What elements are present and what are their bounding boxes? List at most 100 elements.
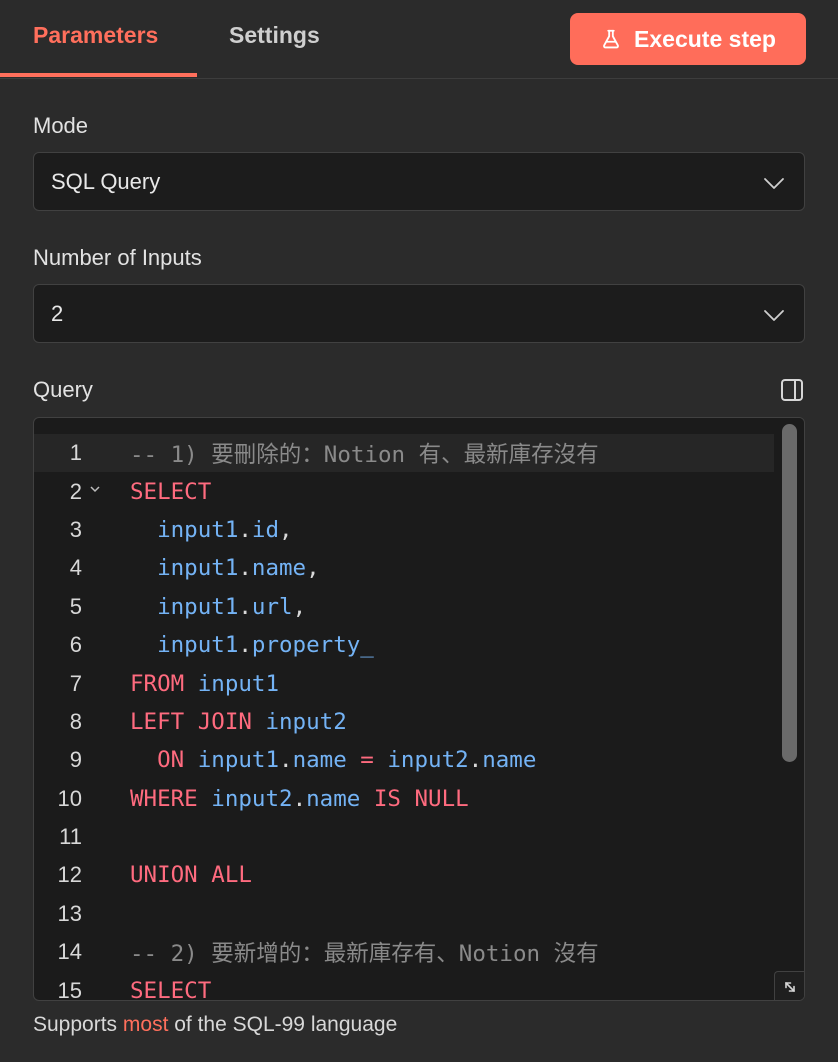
code-text: input1.id, [130,516,293,543]
sql-support-hint: Supports most of the SQL-99 language [33,1013,397,1037]
code-line[interactable]: 1 -- 1) 要刪除的：Notion 有、最新庫存沒有 [34,434,774,473]
code-token: id [251,516,280,543]
tab-bar: Parameters Settings Execute step [0,0,838,79]
code-token: LEFT JOIN [130,708,252,735]
code-token: FROM [130,670,185,697]
code-line[interactable]: 7 FROM input1 [34,664,774,702]
code-line[interactable]: 13 [34,895,774,933]
code-text: SELECT [130,479,211,505]
hint-prefix: Supports [33,1013,123,1036]
code-token: -- 2) 要新增的：最新庫存有、Notion 沒有 [130,941,599,968]
code-line[interactable]: 3 input1.id, [34,511,774,549]
line-number: 2 [69,478,82,504]
code-token: name [251,555,307,582]
line-number: 6 [69,632,82,658]
line-number: 1 [69,440,82,466]
code-token: , [306,555,320,582]
code-token: . [238,593,252,620]
code-line[interactable]: 14 -- 2) 要新增的：最新庫存有、Notion 沒有 [34,933,774,971]
execute-step-label: Execute step [634,25,776,52]
line-number: 9 [69,747,82,773]
line-number: 3 [69,516,82,542]
code-line[interactable]: 15 SELECT [34,971,774,1001]
mode-select[interactable]: SQL Query [33,152,805,211]
code-token: input2 [265,708,347,735]
line-number: 14 [57,939,82,965]
code-text: SELECT [130,978,211,1000]
code-token: . [468,747,483,774]
code-token: UNION ALL [130,862,252,889]
mode-label: Mode [33,113,89,138]
code-text: ON input1.name = input2.name [130,747,536,773]
code-line[interactable]: 11 [34,818,774,856]
code-token: . [238,555,252,582]
node-parameters-panel: Parameters Settings Execute step Mode SQ… [0,0,838,1062]
sql-code-editor[interactable]: 1 -- 1) 要刪除的：Notion 有、最新庫存沒有 2 SELECT 3 inpu… [33,417,805,1001]
code-token: , [279,516,293,543]
tab-parameters[interactable]: Parameters [33,22,158,49]
tab-settings[interactable]: Settings [229,22,320,49]
code-line[interactable]: 5 input1.url, [34,588,774,626]
code-token: , [292,593,307,620]
line-number: 12 [57,862,82,888]
hint-suffix: of the SQL-99 language [168,1013,398,1036]
code-token: = [360,747,374,774]
code-token: name [292,747,347,774]
code-token: WHERE [130,785,198,812]
code-line[interactable]: 4 input1.name, [34,549,774,587]
code-line[interactable]: 8 LEFT JOIN input2 [34,703,774,741]
code-lines: 1 -- 1) 要刪除的：Notion 有、最新庫存沒有 2 SELECT 3 inpu… [34,434,774,1001]
code-text: -- 1) 要刪除的：Notion 有、最新庫存沒有 [130,437,599,469]
code-token: IS NULL [373,785,469,812]
code-token: input1 [157,516,239,543]
code-line[interactable]: 9 ON input1.name = input2.name [34,741,774,779]
code-token: name [482,747,537,774]
line-number: 15 [57,977,82,1001]
line-number: 8 [69,708,82,734]
query-label: Query [33,377,93,402]
line-number: 10 [57,785,82,811]
code-token: ON [157,747,185,774]
code-token: input2 [387,747,469,774]
expand-icon [785,981,795,992]
chevron-down-icon [764,310,784,321]
code-line[interactable]: 2 SELECT [34,472,774,510]
code-token: input1 [197,670,280,697]
hint-link-most[interactable]: most [123,1013,169,1036]
code-token: input1 [157,632,239,659]
fold-chevron-icon[interactable] [88,482,102,496]
mode-value: SQL Query [51,168,161,194]
code-line[interactable]: 12 UNION ALL [34,856,774,894]
execute-step-button[interactable]: Execute step [570,13,806,65]
scrollbar-thumb[interactable] [782,424,797,762]
code-token: property_ [251,632,374,659]
code-line[interactable]: 6 input1.property_ [34,626,774,664]
number-of-inputs-value: 2 [51,300,64,326]
line-number: 11 [59,824,82,850]
code-text: input1.property_ [130,632,374,658]
line-number: 7 [69,670,82,696]
line-number: 13 [57,900,82,926]
code-token: SELECT [130,478,212,505]
sidebar-toggle-icon[interactable] [780,378,804,402]
code-token: . [238,516,252,543]
code-line[interactable]: 10 WHERE input2.name IS NULL [34,780,774,818]
flask-icon [603,29,619,49]
line-number: 5 [69,593,82,619]
expand-editor-button[interactable] [774,971,804,1000]
number-of-inputs-select[interactable]: 2 [33,284,805,343]
code-token: -- 1) 要刪除的：Notion 有、最新庫存沒有 [130,442,599,469]
code-token: input1 [157,555,239,582]
code-token: . [238,632,252,659]
